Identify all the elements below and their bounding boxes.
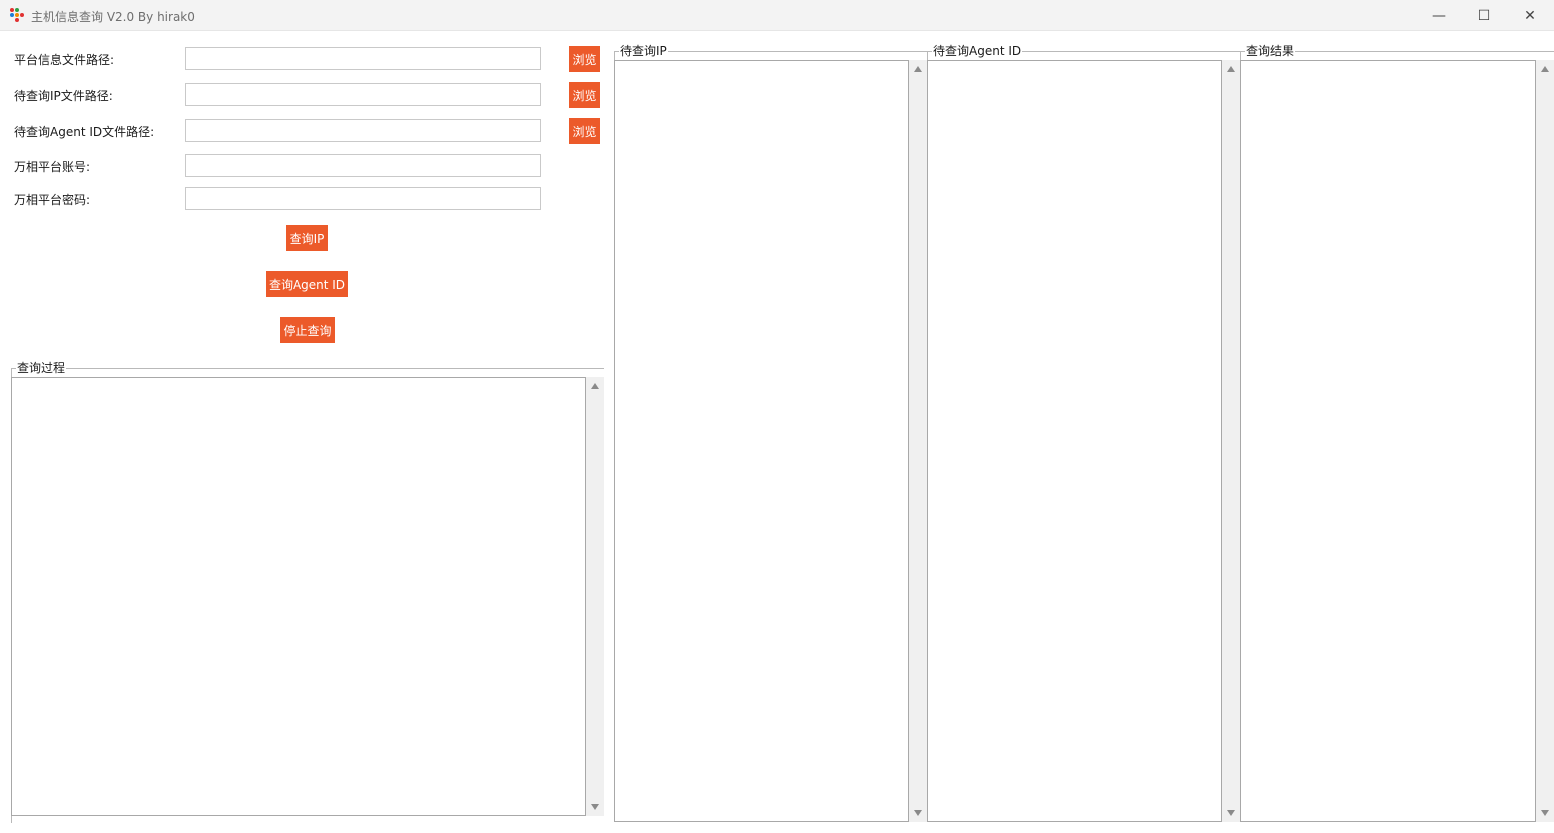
password-input[interactable] [185, 187, 541, 210]
scroll-down-icon[interactable] [591, 804, 599, 810]
scroll-down-icon[interactable] [1227, 810, 1235, 816]
title-bar: 主机信息查询 V2.0 By hirak0 — ☐ ✕ [0, 0, 1554, 31]
maximize-button[interactable]: ☐ [1461, 0, 1507, 31]
query-result-title: 查询结果 [1245, 44, 1296, 59]
query-process-title: 查询过程 [16, 361, 67, 376]
query-result-scrollbar[interactable] [1536, 60, 1554, 822]
agent-id-file-path-input[interactable] [185, 119, 541, 142]
query-ip-button[interactable]: 查询IP [286, 225, 328, 251]
scroll-up-icon[interactable] [1227, 66, 1235, 72]
pending-agent-id-textbox[interactable] [927, 60, 1222, 822]
query-process-scrollbar[interactable] [586, 377, 604, 816]
scroll-down-icon[interactable] [1541, 810, 1549, 816]
ip-file-path-input[interactable] [185, 83, 541, 106]
agent-id-file-path-label: 待查询Agent ID文件路径: [14, 125, 155, 139]
browse-ip-file-button[interactable]: 浏览 [569, 82, 600, 108]
pending-agent-id-title: 待查询Agent ID [932, 44, 1023, 59]
platform-info-path-input[interactable] [185, 47, 541, 70]
scroll-up-icon[interactable] [914, 66, 922, 72]
window-title: 主机信息查询 V2.0 By hirak0 [31, 10, 195, 24]
platform-info-path-label: 平台信息文件路径: [14, 53, 115, 67]
scroll-down-icon[interactable] [914, 810, 922, 816]
minimize-button[interactable]: — [1416, 0, 1462, 31]
password-label: 万相平台密码: [14, 193, 91, 207]
browse-platform-info-button[interactable]: 浏览 [569, 46, 600, 72]
pending-agent-id-scrollbar[interactable] [1222, 60, 1240, 822]
pending-ip-textbox[interactable] [614, 60, 909, 822]
stop-query-button[interactable]: 停止查询 [280, 317, 335, 343]
close-button[interactable]: ✕ [1507, 0, 1553, 31]
browse-agent-id-file-button[interactable]: 浏览 [569, 118, 600, 144]
app-icon [10, 8, 24, 22]
ip-file-path-label: 待查询IP文件路径: [14, 89, 113, 103]
scroll-up-icon[interactable] [591, 383, 599, 389]
account-input[interactable] [185, 154, 541, 177]
query-process-log[interactable] [11, 377, 586, 816]
pending-ip-title: 待查询IP [619, 44, 668, 59]
account-label: 万相平台账号: [14, 160, 91, 174]
query-result-textbox[interactable] [1240, 60, 1536, 822]
query-agent-id-button[interactable]: 查询Agent ID [266, 271, 348, 297]
scroll-up-icon[interactable] [1541, 66, 1549, 72]
pending-ip-scrollbar[interactable] [909, 60, 927, 822]
